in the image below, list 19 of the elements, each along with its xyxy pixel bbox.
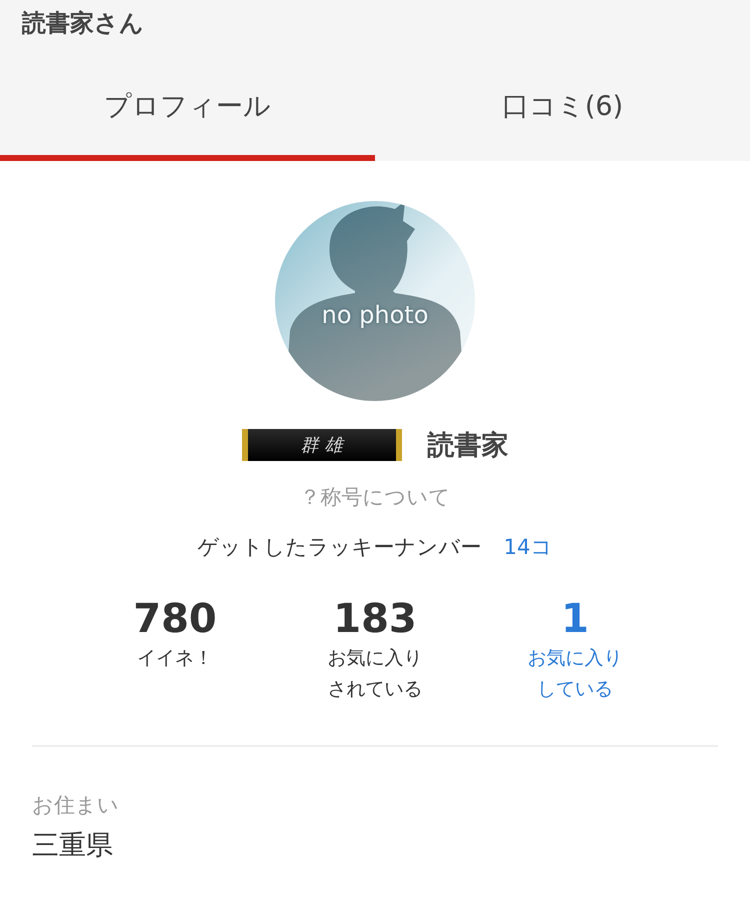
stat-label[interactable]: お気に入り xyxy=(528,643,622,674)
residence-value: 三重県 xyxy=(32,829,114,863)
stat-label: されている xyxy=(328,677,422,702)
stat-label: イイネ！ xyxy=(137,646,213,671)
title-help-link[interactable]: ？称号について xyxy=(300,483,450,511)
stat-value[interactable]: 1 xyxy=(561,595,589,643)
stat-label[interactable]: している xyxy=(537,674,613,705)
rank-badge: 群 雄 xyxy=(242,429,402,461)
stat-value: 780 xyxy=(133,595,217,643)
stat-label: お気に入り xyxy=(328,646,422,671)
lucky-number-label: ゲットしたラッキーナンバー xyxy=(198,534,482,561)
page-title: 読書家さん xyxy=(20,8,145,39)
stat-value: 183 xyxy=(333,595,417,643)
tab[interactable]: 口コミ(6) xyxy=(375,46,750,161)
avatar-caption: no photo xyxy=(320,301,430,329)
lucky-number-count[interactable]: 14コ xyxy=(504,533,552,561)
user-name: 読書家 xyxy=(428,429,508,463)
residence-label: お住まい xyxy=(32,792,120,819)
tab[interactable]: プロフィール xyxy=(0,46,375,161)
